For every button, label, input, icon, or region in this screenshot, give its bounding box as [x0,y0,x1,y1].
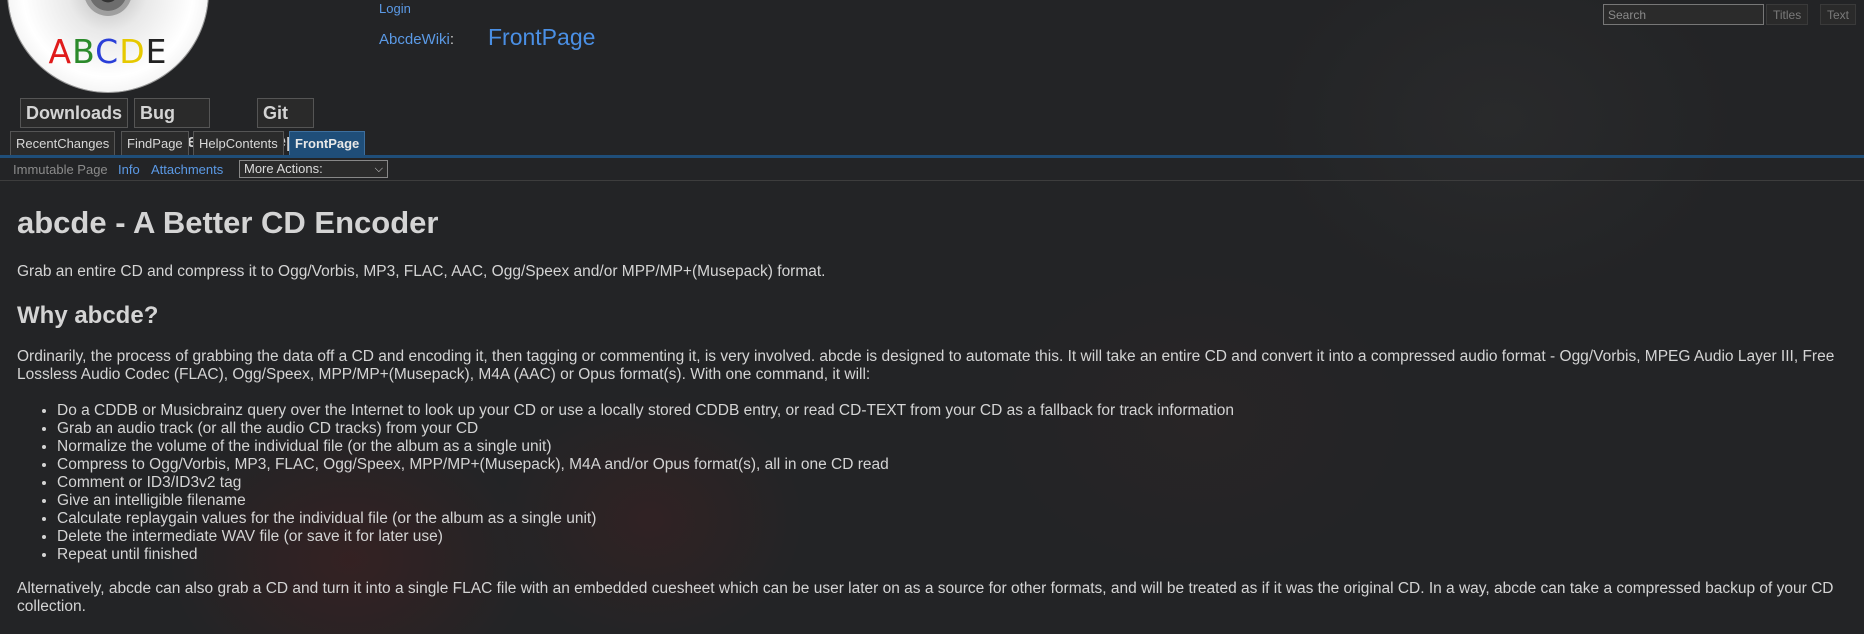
tab-recent-changes[interactable]: RecentChanges [10,131,116,155]
logo-letter-d: D [119,32,146,71]
logo-letter-e: E [145,32,168,71]
list-item: Do a CDDB or Musicbrainz query over the … [57,402,1234,420]
why-abcde-heading: Why abcde? [17,302,159,329]
wiki-name-colon: : [449,31,455,48]
search-input[interactable] [1603,4,1764,25]
more-actions-select[interactable]: More Actions: ⌵ [239,160,388,178]
list-item: Repeat until finished [57,546,1234,564]
attachments-link[interactable]: Attachments [151,162,223,177]
more-actions-label: More Actions: [244,161,323,176]
page-name-link[interactable]: FrontPage [488,24,595,51]
navi-downloads[interactable]: Downloads [20,98,129,128]
actions-bar: Immutable Page Info Attachments More Act… [0,158,1864,181]
wiki-name-text[interactable]: AbcdeWiki [379,31,450,48]
text-search-button[interactable]: Text [1820,4,1857,25]
alternatively-paragraph: Alternatively, abcde can also grab a CD … [17,580,1834,615]
navi-git-repo[interactable]: Git Repo [257,98,314,151]
header: ABCDE Login AbcdeWiki: FrontPage Titles … [0,0,1864,158]
login-link[interactable]: Login [379,1,411,16]
navi-bug-tracker[interactable]: Bug Tracker [134,98,211,151]
list-item: Delete the intermediate WAV file (or sav… [57,528,1234,546]
chevron-down-icon: ⌵ [374,163,383,175]
logo-letter-c: C [95,32,120,71]
info-link[interactable]: Info [118,162,140,177]
page-content: abcde - A Better CD Encoder Grab an enti… [17,184,1847,615]
tab-find-page[interactable]: FindPage [121,131,189,155]
intro-paragraph: Grab an entire CD and compress it to Ogg… [17,263,826,280]
logo-text: ABCDE [8,32,208,71]
list-item: Normalize the volume of the individual f… [57,438,1234,456]
list-item: Grab an audio track (or all the audio CD… [57,420,1234,438]
cd-hole-icon [84,0,132,16]
feature-list: Do a CDDB or Musicbrainz query over the … [17,402,1234,564]
tab-front-page[interactable]: FrontPage [289,131,366,155]
logo-letter-a: A [48,32,73,71]
page: ABCDE Login AbcdeWiki: FrontPage Titles … [0,0,1864,634]
list-item: Give an intelligible filename [57,492,1234,510]
immutable-page-label: Immutable Page [13,162,108,177]
logo-letter-b: B [72,32,96,71]
ordinarily-paragraph: Ordinarily, the process of grabbing the … [17,348,1835,383]
list-item: Comment or ID3/ID3v2 tag [57,474,1234,492]
abcde-logo-cd[interactable]: ABCDE [8,0,208,92]
list-item: Compress to Ogg/Vorbis, MP3, FLAC, Ogg/S… [57,456,1234,474]
tab-help-contents[interactable]: HelpContents [193,131,284,155]
page-title: abcde - A Better CD Encoder [17,205,439,240]
titles-search-button[interactable]: Titles [1766,4,1809,25]
wiki-name-link[interactable]: AbcdeWiki: [379,31,454,48]
list-item: Calculate replaygain values for the indi… [57,510,1234,528]
